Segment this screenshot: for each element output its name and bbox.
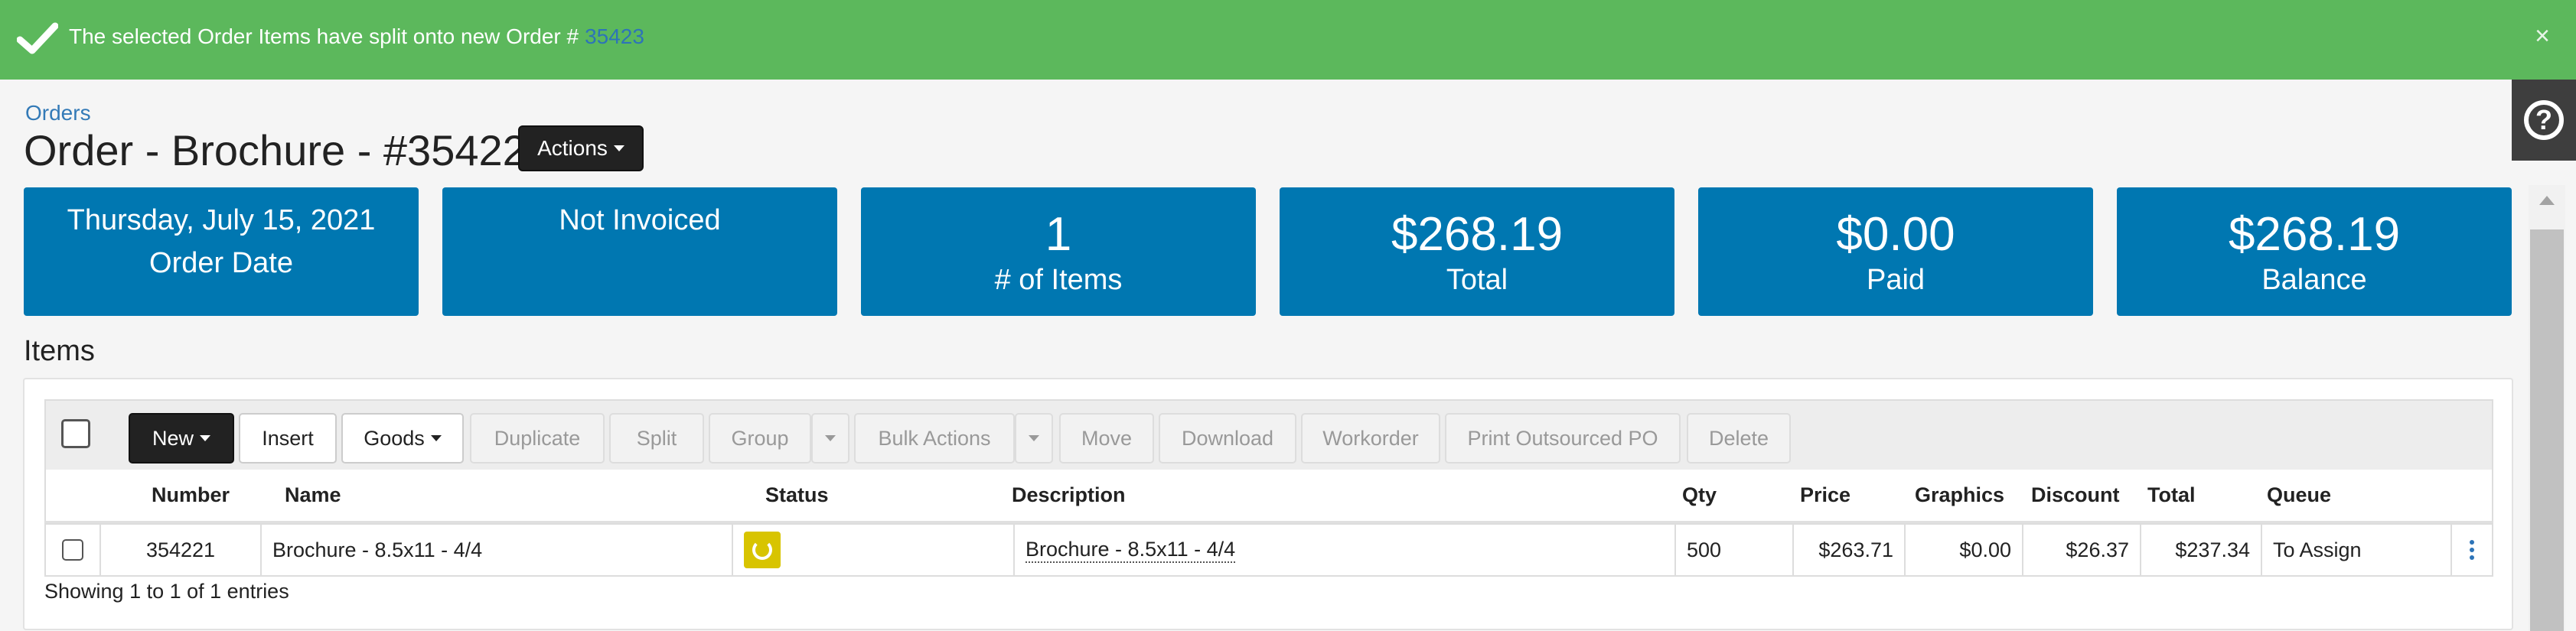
close-icon[interactable]: × <box>2535 21 2550 51</box>
download-button[interactable]: Download <box>1159 413 1296 463</box>
row-select-cell <box>46 525 101 575</box>
question-icon: ? <box>2524 100 2564 140</box>
select-all-checkbox[interactable] <box>61 419 90 448</box>
caret-down-icon <box>825 435 836 441</box>
cell-discount: $26.37 <box>2023 525 2141 575</box>
card-value: Thursday, July 15, 2021 <box>67 204 376 236</box>
caret-down-icon <box>1029 435 1039 441</box>
caret-down-icon <box>430 435 442 441</box>
actions-label: Actions <box>537 136 608 160</box>
col-price[interactable]: Price <box>1800 483 1850 507</box>
scrollbar-thumb[interactable] <box>2530 229 2564 631</box>
cell-description: Brochure - 8.5x11 - 4/4 <box>1015 525 1676 575</box>
col-discount[interactable]: Discount <box>2031 483 2120 507</box>
col-queue[interactable]: Queue <box>2267 483 2331 507</box>
items-panel: New Insert Goods Duplicate Split Group B… <box>23 378 2513 630</box>
summary-cards: Thursday, July 15, 2021 Order Date Not I… <box>24 187 2512 316</box>
cell-name: Brochure - 8.5x11 - 4/4 <box>262 525 733 575</box>
goods-button[interactable]: Goods <box>341 413 464 463</box>
new-button[interactable]: New <box>129 413 234 463</box>
group-button[interactable]: Group <box>709 413 811 463</box>
table-header: Number Name Status Description Qty Price… <box>44 470 2493 523</box>
caret-down-icon <box>200 435 210 441</box>
scrollbar[interactable] <box>2529 185 2565 631</box>
card-label: Paid <box>1866 264 1925 296</box>
card-value: 1 <box>1045 208 1072 261</box>
card-value: $0.00 <box>1836 208 1955 261</box>
alert-message: The selected Order Items have split onto… <box>69 24 644 49</box>
status-pending-icon[interactable] <box>744 532 781 568</box>
bulk-actions-button[interactable]: Bulk Actions <box>854 413 1015 463</box>
insert-button[interactable]: Insert <box>239 413 337 463</box>
success-alert: The selected Order Items have split onto… <box>0 0 2576 80</box>
cell-price: $263.71 <box>1794 525 1906 575</box>
cell-graphics: $0.00 <box>1906 525 2023 575</box>
scroll-up-icon[interactable] <box>2539 196 2555 205</box>
row-checkbox[interactable] <box>62 539 83 561</box>
workorder-button[interactable]: Workorder <box>1301 413 1440 463</box>
col-name[interactable]: Name <box>285 483 341 507</box>
table-info: Showing 1 to 1 of 1 entries <box>44 580 289 603</box>
card-label: Order Date <box>149 247 293 279</box>
delete-button[interactable]: Delete <box>1687 413 1791 463</box>
cell-number: 354221 <box>101 525 262 575</box>
col-graphics[interactable]: Graphics <box>1915 483 2004 507</box>
page-content: Orders Order - Brochure - #35422 Actions… <box>0 80 2525 631</box>
cell-queue: To Assign <box>2262 525 2452 575</box>
row-menu-cell <box>2452 525 2492 575</box>
card-invoice-status: Not Invoiced <box>442 187 837 316</box>
page-title: Order - Brochure - #35422 <box>24 126 527 174</box>
card-item-count: 1 # of Items <box>861 187 1256 316</box>
card-total: $268.19 Total <box>1280 187 1674 316</box>
move-button[interactable]: Move <box>1059 413 1154 463</box>
col-total[interactable]: Total <box>2147 483 2196 507</box>
caret-down-icon <box>613 145 624 151</box>
duplicate-button[interactable]: Duplicate <box>470 413 605 463</box>
card-order-date: Thursday, July 15, 2021 Order Date <box>24 187 419 316</box>
col-qty[interactable]: Qty <box>1682 483 1717 507</box>
card-paid: $0.00 Paid <box>1698 187 2093 316</box>
card-label: # of Items <box>994 264 1123 296</box>
card-value: $268.19 <box>2228 208 2401 261</box>
new-label: New <box>152 426 194 450</box>
col-status[interactable]: Status <box>765 483 829 507</box>
cell-total: $237.34 <box>2141 525 2262 575</box>
card-value: $268.19 <box>1391 208 1564 261</box>
description-link[interactable]: Brochure - 8.5x11 - 4/4 <box>1026 538 1236 563</box>
goods-label: Goods <box>364 426 425 450</box>
group-dropdown-button[interactable] <box>811 413 849 463</box>
bulk-actions-dropdown-button[interactable] <box>1015 413 1053 463</box>
kebab-menu-icon[interactable] <box>2470 540 2474 560</box>
card-label: Total <box>1446 264 1508 296</box>
card-label: Balance <box>2261 264 2367 296</box>
items-heading: Items <box>24 335 95 367</box>
breadcrumb-orders[interactable]: Orders <box>25 101 91 125</box>
new-order-link[interactable]: 35423 <box>585 24 644 48</box>
checkmark-icon <box>17 22 58 54</box>
col-number[interactable]: Number <box>152 483 230 507</box>
col-description[interactable]: Description <box>1012 483 1126 507</box>
split-button[interactable]: Split <box>609 413 704 463</box>
card-balance: $268.19 Balance <box>2117 187 2512 316</box>
table-row[interactable]: 354221 Brochure - 8.5x11 - 4/4 Brochure … <box>44 523 2493 577</box>
items-toolbar: New Insert Goods Duplicate Split Group B… <box>44 399 2493 470</box>
print-outsourced-po-button[interactable]: Print Outsourced PO <box>1445 413 1681 463</box>
cell-qty: 500 <box>1676 525 1794 575</box>
card-value: Not Invoiced <box>559 204 721 236</box>
cell-status <box>733 525 1015 575</box>
alert-text: The selected Order Items have split onto… <box>69 24 579 48</box>
actions-button[interactable]: Actions <box>518 125 644 171</box>
